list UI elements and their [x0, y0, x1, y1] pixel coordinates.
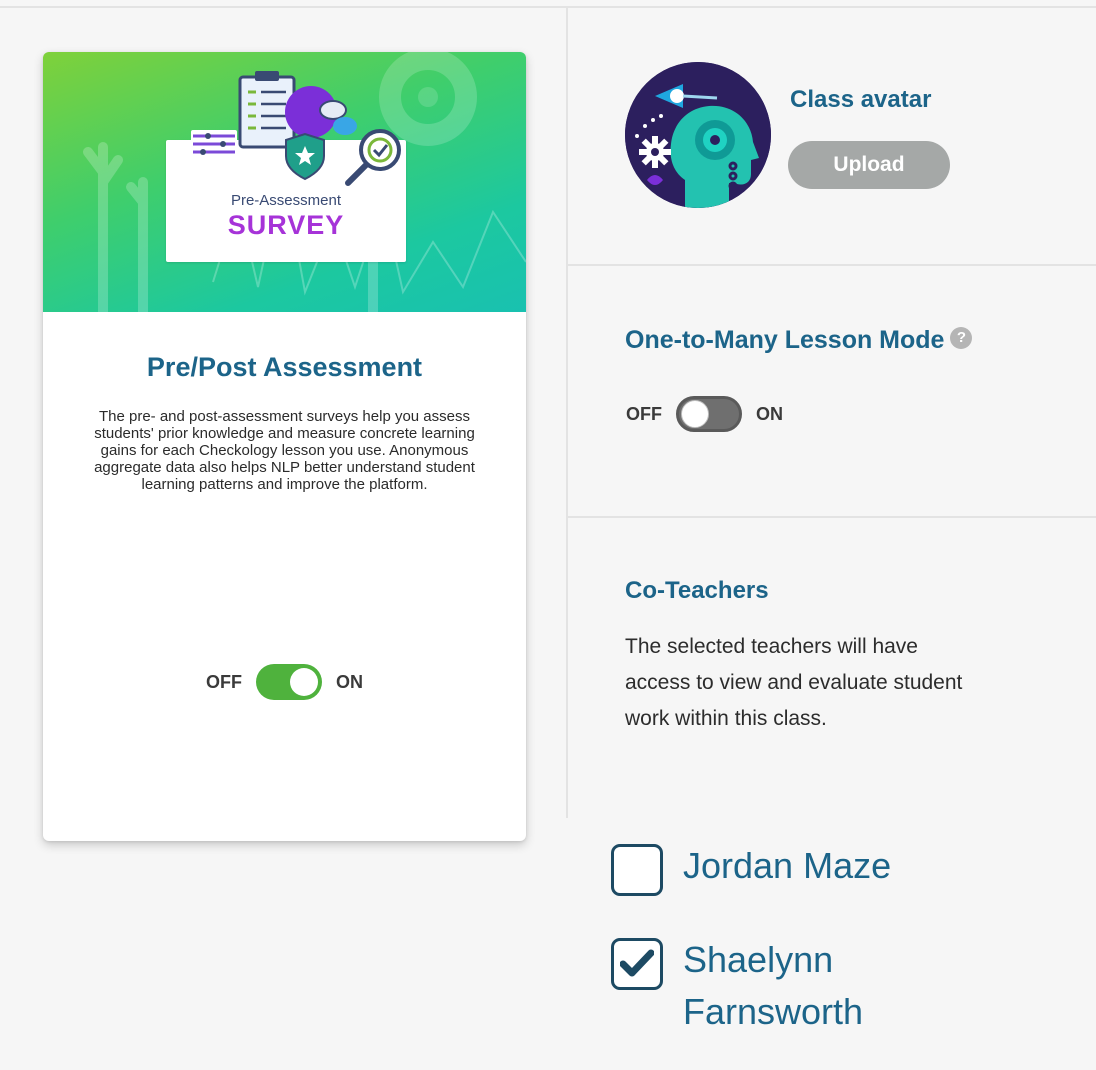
teacher-option[interactable]: Jordan Maze	[611, 840, 891, 896]
assessment-card: Pre-Assessment SURVEY Pre/Post Assessmen…	[43, 52, 526, 841]
teacher-name: Shaelynn Farnsworth	[683, 939, 864, 1032]
class-avatar-image	[625, 62, 771, 208]
toggle-knob	[681, 400, 709, 428]
lesson-mode-toggle-row: OFF ON	[626, 394, 783, 434]
survey-banner: Pre-Assessment SURVEY	[43, 52, 526, 312]
co-teachers-description: The selected teachers will have access t…	[625, 635, 963, 730]
toggle-off-label: OFF	[206, 671, 242, 692]
head-profile-icon	[625, 62, 771, 208]
magnifier-icon	[345, 129, 401, 186]
teacher-option[interactable]: Shaelynn Farnsworth	[611, 934, 991, 1038]
card-title: Pre/Post Assessment	[146, 352, 423, 382]
toggle-on-label: ON	[756, 403, 783, 424]
assessment-toggle-row: OFF ON	[43, 662, 526, 702]
column-divider	[566, 8, 568, 818]
help-icon[interactable]: ?	[950, 327, 973, 349]
class-avatar-heading: Class avatar	[790, 86, 932, 113]
checkmark-icon	[620, 949, 654, 977]
card-description: The pre- and post-assessment surveys hel…	[94, 408, 475, 493]
section-divider	[568, 264, 1096, 266]
co-teachers-heading: Co-Teachers	[625, 577, 769, 604]
teacher-name: Jordan Maze	[683, 845, 892, 886]
lesson-mode-heading: One-to-Many Lesson Mode?	[625, 326, 973, 355]
survey-illustration	[191, 71, 401, 186]
toggle-knob	[290, 668, 318, 696]
teacher-checkbox-unchecked[interactable]	[611, 844, 663, 896]
toggle-on-label: ON	[336, 671, 363, 692]
toggle-off-label: OFF	[626, 403, 662, 424]
lesson-mode-title: One-to-Many Lesson Mode	[625, 326, 945, 354]
lesson-mode-toggle[interactable]	[676, 396, 742, 432]
upload-button[interactable]: Upload	[788, 141, 950, 189]
sliders-icon	[191, 130, 237, 158]
top-divider	[0, 6, 1096, 8]
teacher-checkbox-checked[interactable]	[611, 938, 663, 990]
section-divider	[568, 516, 1096, 518]
assessment-toggle[interactable]	[256, 664, 322, 700]
